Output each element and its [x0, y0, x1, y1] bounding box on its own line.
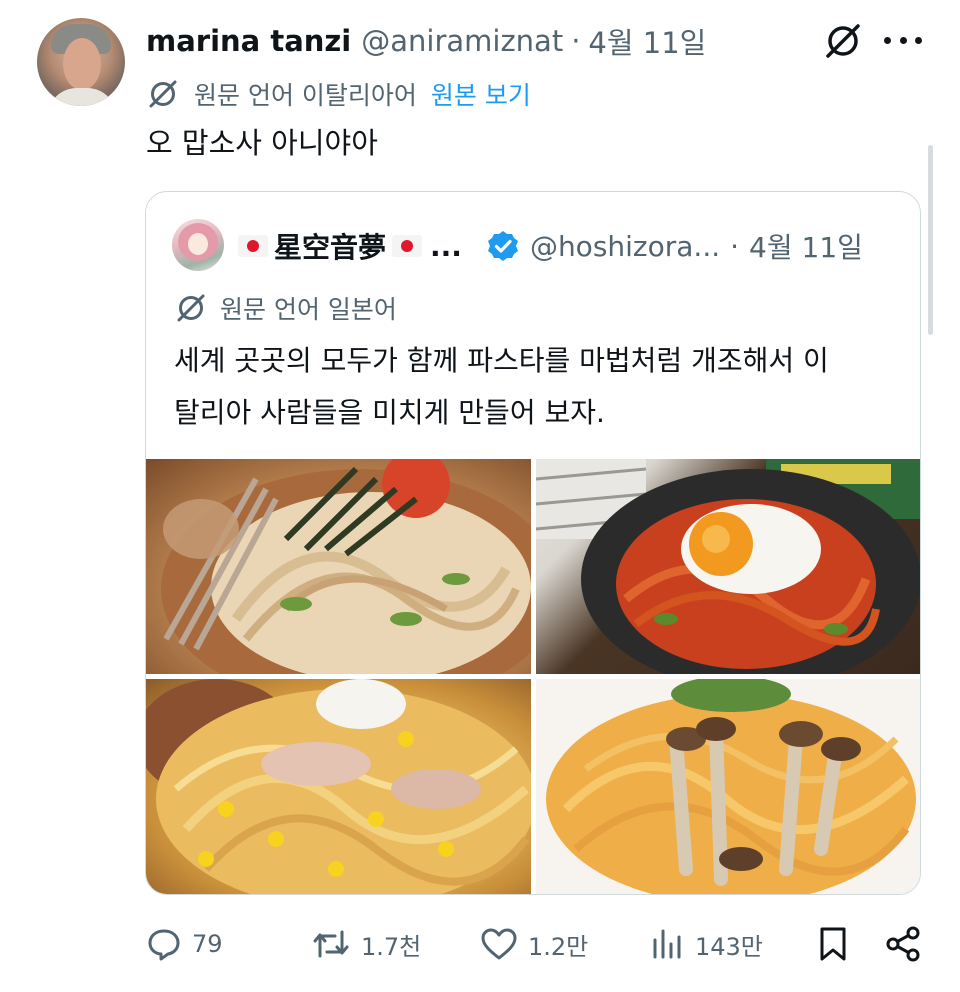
media-photo-1[interactable] — [146, 459, 531, 674]
quote-header: 星空音夢 ... @hoshizora... · 4월 11일 — [238, 224, 863, 268]
bookmark-button[interactable] — [816, 918, 860, 970]
quote-tweet-card[interactable]: 星空音夢 ... @hoshizora... · 4월 11일 원문 언어 일본… — [145, 191, 921, 895]
tweet-header: marina tanzi @aniramiznat · 4월 11일 — [146, 19, 706, 63]
author-handle[interactable]: @aniramiznat — [361, 24, 563, 58]
repost-button[interactable]: 1.7천 — [311, 918, 421, 970]
show-original-link[interactable]: 원본 보기 — [431, 76, 531, 112]
quote-header-separator: · — [730, 229, 740, 263]
avatar-face — [63, 38, 101, 90]
tweet-text: 오 맙소사 아니야아 — [146, 126, 378, 160]
more-dot — [899, 36, 907, 44]
japan-flag-icon — [238, 235, 268, 257]
more-dot — [884, 36, 891, 44]
verified-badge-icon — [487, 231, 518, 261]
quote-translation-note: 원문 언어 일본어 — [220, 295, 397, 324]
views-button[interactable]: 143만 — [649, 918, 763, 970]
share-icon — [886, 926, 920, 962]
more-icon[interactable] — [884, 28, 922, 52]
scrollbar[interactable] — [928, 145, 933, 335]
quote-text: 세계 곳곳의 모두가 함께 파스타를 마법처럼 개조해서 이 탈리아 사람들을 … — [174, 335, 914, 439]
more-dot — [915, 36, 922, 44]
repost-icon — [313, 930, 349, 958]
like-button[interactable]: 1.2만 — [480, 918, 588, 970]
quote-text-line: 세계 곳곳의 모두가 함께 파스타를 마법처럼 개조해서 이 — [174, 344, 829, 377]
avatar-shirt — [47, 88, 117, 106]
japan-flag-icon — [392, 235, 423, 257]
tweet-time[interactable]: 4월 11일 — [588, 20, 706, 62]
views-icon — [653, 929, 681, 959]
quote-author-name[interactable]: 星空音夢 — [274, 226, 386, 266]
author-avatar[interactable] — [37, 18, 125, 106]
header-separator: · — [571, 24, 581, 58]
like-icon — [481, 928, 517, 960]
reply-icon — [148, 929, 180, 961]
media-photo-4[interactable] — [536, 679, 920, 894]
repost-count: 1.7천 — [361, 932, 422, 961]
action-bar: 79 1.7천 1.2만 143만 — [146, 918, 922, 970]
translate-icon — [149, 80, 177, 108]
translate-icon — [177, 294, 205, 322]
quote-avatar-face — [188, 233, 208, 255]
media-grid — [146, 459, 920, 894]
quote-author-handle[interactable]: @hoshizora... — [530, 230, 720, 263]
reply-count: 79 — [192, 930, 223, 958]
grok-icon[interactable] — [822, 20, 864, 62]
quote-text-line: 탈리아 사람들을 미치게 만들어 보자. — [174, 396, 605, 429]
share-button[interactable] — [884, 918, 932, 970]
translation-row: 원문 언어 이탈리아어 원본 보기 — [146, 74, 531, 114]
media-photo-3[interactable] — [146, 679, 531, 894]
quote-author-avatar[interactable] — [172, 219, 224, 271]
quote-translation-row: 원문 언어 일본어 — [174, 288, 397, 328]
like-count: 1.2만 — [528, 932, 589, 961]
quote-time[interactable]: 4월 11일 — [749, 226, 863, 266]
views-count: 143만 — [695, 932, 763, 961]
quote-name-ellipsis: ... — [430, 229, 462, 263]
translation-note: 원문 언어 이탈리아어 — [194, 81, 417, 110]
author-name[interactable]: marina tanzi — [146, 24, 351, 58]
media-photo-2[interactable] — [536, 459, 920, 674]
reply-button[interactable]: 79 — [146, 918, 223, 970]
bookmark-icon — [820, 927, 846, 961]
